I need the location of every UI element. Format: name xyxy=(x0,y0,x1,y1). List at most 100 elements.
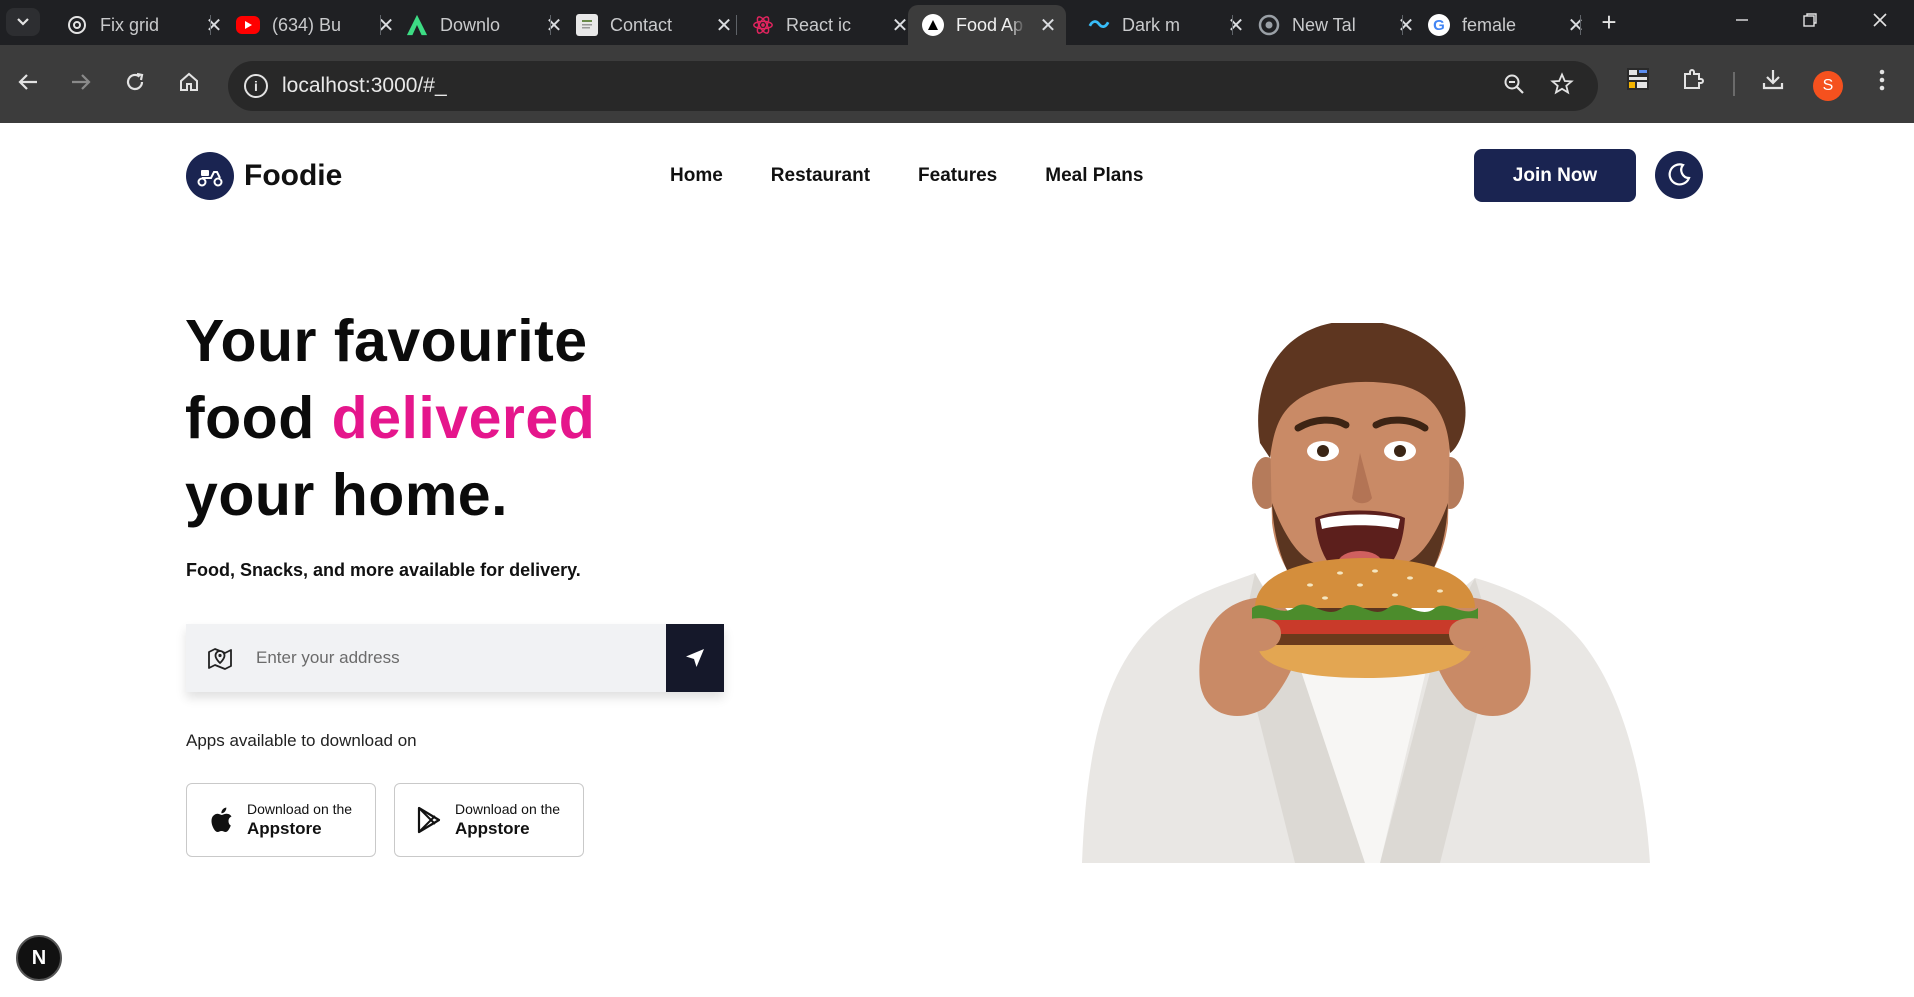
tab-divider xyxy=(736,15,737,35)
openai-icon xyxy=(66,14,88,36)
minimize-button[interactable] xyxy=(1722,8,1762,38)
store-name: Appstore xyxy=(455,818,530,838)
extensions-puzzle-icon[interactable] xyxy=(1675,66,1711,102)
google-icon: G xyxy=(1428,14,1450,36)
join-now-button[interactable]: Join Now xyxy=(1474,149,1636,202)
hero-title-line1: Your favourite xyxy=(185,308,588,374)
new-tab-button[interactable]: + xyxy=(1594,8,1624,38)
window-close-button[interactable] xyxy=(1860,8,1900,38)
hero-subtitle: Food, Snacks, and more available for del… xyxy=(186,560,581,580)
main-nav: Home Restaurant Features Meal Plans xyxy=(670,165,1143,187)
hero-image-man-eating-burger xyxy=(1082,323,1650,863)
browser-tab[interactable]: (634) Bu ✕ xyxy=(222,5,396,45)
close-icon[interactable]: ✕ xyxy=(1396,13,1416,38)
more-menu-icon[interactable] xyxy=(1864,66,1900,102)
extension-app-icon[interactable] xyxy=(1620,66,1656,102)
tab-divider xyxy=(210,15,211,35)
page-content: Foodie Home Restaurant Features Meal Pla… xyxy=(0,123,1914,997)
arrow-left-icon xyxy=(18,74,37,90)
restore-icon xyxy=(1803,13,1817,27)
store-caption: Download on the xyxy=(455,800,561,817)
apps-label: Apps available to download on xyxy=(186,731,417,750)
hero-title-highlight: delivered xyxy=(331,385,596,451)
chrome-icon xyxy=(1258,14,1280,36)
tailwind-icon xyxy=(1088,14,1110,36)
close-icon[interactable]: ✕ xyxy=(1038,13,1058,38)
nav-link-meal-plans[interactable]: Meal Plans xyxy=(1045,165,1143,187)
close-icon[interactable]: ✕ xyxy=(204,13,224,38)
moon-icon xyxy=(1668,163,1691,186)
brand-name: Foodie xyxy=(244,159,343,192)
apple-icon xyxy=(207,805,235,835)
tab-title: Downlo xyxy=(440,14,501,35)
tab-title: Contact xyxy=(610,14,673,35)
restore-button[interactable] xyxy=(1790,8,1830,38)
close-icon[interactable]: ✕ xyxy=(1226,13,1246,38)
toolbar-divider xyxy=(1733,72,1735,96)
minimize-icon xyxy=(1736,19,1748,21)
play-store-icon xyxy=(415,805,443,835)
info-icon[interactable]: i xyxy=(244,74,268,98)
browser-tab-active[interactable]: Food Ap ✕ xyxy=(908,5,1066,45)
store-name: Appstore xyxy=(247,818,322,838)
tab-title: New Tal xyxy=(1292,14,1356,35)
close-icon[interactable]: ✕ xyxy=(1566,13,1586,38)
browser-tab[interactable]: Downlo ✕ xyxy=(392,5,564,45)
back-button[interactable] xyxy=(8,64,48,104)
document-icon xyxy=(576,14,598,36)
nextjs-icon xyxy=(922,14,944,36)
dark-mode-toggle[interactable] xyxy=(1655,151,1703,199)
nav-link-home[interactable]: Home xyxy=(670,165,723,187)
browser-tab[interactable]: G female ✕ xyxy=(1414,5,1586,45)
url-text[interactable]: localhost:3000/#_ xyxy=(282,74,447,98)
scooter-icon xyxy=(186,152,234,200)
close-icon[interactable]: ✕ xyxy=(714,13,734,38)
tab-divider xyxy=(380,15,381,35)
address-bar[interactable]: i localhost:3000/#_ xyxy=(228,61,1598,111)
browser-tab[interactable]: New Tal ✕ xyxy=(1244,5,1416,45)
profile-avatar[interactable]: S xyxy=(1813,71,1843,101)
play-store-button[interactable]: Download on the Appstore xyxy=(394,783,584,857)
store-caption: Download on the xyxy=(247,800,353,817)
tab-search-button[interactable] xyxy=(6,8,40,36)
home-icon xyxy=(180,72,198,91)
tab-divider xyxy=(1580,15,1581,35)
map-pin-icon xyxy=(208,648,232,670)
nav-link-restaurant[interactable]: Restaurant xyxy=(771,165,870,187)
nextjs-dev-indicator[interactable]: N xyxy=(16,935,62,981)
chevron-down-icon xyxy=(17,18,29,26)
brand-logo[interactable]: Foodie xyxy=(186,152,342,200)
arrow-right-icon xyxy=(72,74,91,90)
app-store-button[interactable]: Download on the Appstore xyxy=(186,783,376,857)
tab-divider xyxy=(1232,15,1233,35)
react-icon xyxy=(752,14,774,36)
address-search xyxy=(186,624,724,692)
bookmark-star-icon[interactable] xyxy=(1548,72,1576,100)
nav-link-features[interactable]: Features xyxy=(918,165,997,187)
android-studio-icon xyxy=(406,14,428,36)
browser-tab[interactable]: Dark m ✕ xyxy=(1074,5,1246,45)
hero-title: Your favourite food delivered your home. xyxy=(185,303,595,534)
hero-title-line2: food xyxy=(185,385,332,451)
hero-title-line3: your home. xyxy=(185,462,508,528)
close-icon[interactable]: ✕ xyxy=(890,13,910,38)
navigation-arrow-icon xyxy=(686,649,704,667)
zoom-icon[interactable] xyxy=(1500,72,1528,100)
close-icon[interactable]: ✕ xyxy=(544,13,564,38)
youtube-icon xyxy=(236,16,260,34)
home-button[interactable] xyxy=(169,64,209,104)
tab-title: female xyxy=(1462,14,1517,35)
tab-divider xyxy=(550,15,551,35)
browser-toolbar: i localhost:3000/#_ S xyxy=(0,45,1914,123)
browser-tab-bar: Fix grid ✕ (634) Bu ✕ Downlo ✕ Contact ✕… xyxy=(0,0,1914,45)
browser-tab[interactable]: Contact ✕ xyxy=(562,5,734,45)
forward-button[interactable] xyxy=(61,64,101,104)
tab-title: Food Ap xyxy=(956,14,1024,35)
address-input[interactable] xyxy=(256,642,646,674)
close-icon xyxy=(1873,13,1887,27)
browser-tab[interactable]: Fix grid ✕ xyxy=(52,5,224,45)
reload-button[interactable] xyxy=(115,64,155,104)
download-icon[interactable] xyxy=(1755,66,1791,102)
locate-button[interactable] xyxy=(666,624,724,692)
browser-tab[interactable]: React ic ✕ xyxy=(738,5,910,45)
